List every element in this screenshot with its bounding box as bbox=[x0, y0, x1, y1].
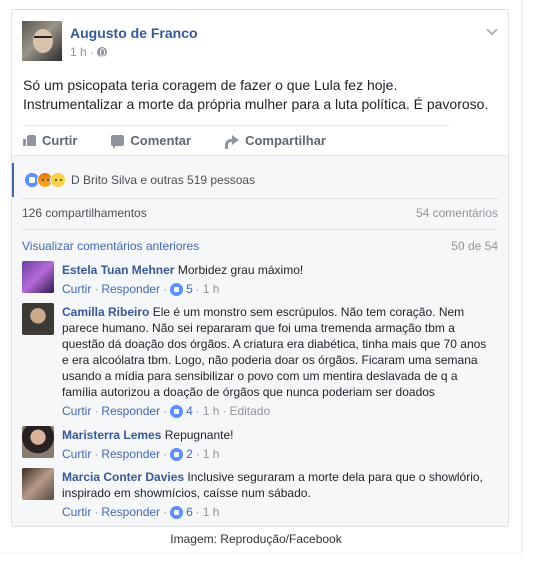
comment-time[interactable]: 1 h bbox=[203, 504, 220, 520]
like-reaction-icon bbox=[170, 505, 184, 519]
comment-text: Ele é um monstro sem escrúpulos. Não tem… bbox=[62, 305, 487, 399]
comment-body: Camilla Ribeiro Ele é um monstro sem esc… bbox=[62, 304, 494, 419]
comment-like-link[interactable]: Curtir bbox=[62, 446, 91, 462]
chevron-down-icon[interactable] bbox=[486, 24, 498, 36]
sad-reaction-icon bbox=[50, 172, 66, 188]
meta-separator: · bbox=[94, 404, 99, 418]
like-reaction-icon bbox=[170, 447, 184, 461]
comment-body: Marcia Conter Davies Inclusive seguraram… bbox=[62, 469, 494, 520]
avatar-face bbox=[33, 29, 53, 53]
like-reaction-icon bbox=[170, 282, 184, 296]
meta-separator: · bbox=[94, 505, 99, 519]
post-meta: 1 h · bbox=[70, 45, 107, 59]
author-avatar[interactable] bbox=[22, 21, 62, 61]
post-stats: 126 compartilhamentos 54 comentários bbox=[22, 206, 498, 220]
comment-time[interactable]: 1 h bbox=[203, 403, 220, 419]
post-author-name[interactable]: Augusto de Franco bbox=[70, 25, 198, 41]
meta-separator: · bbox=[163, 447, 168, 461]
view-previous-comments-link[interactable]: Visualizar comentários anteriores bbox=[22, 239, 199, 253]
comment-like-count[interactable]: 6 bbox=[186, 504, 193, 520]
comment-body: Estela Tuan Mehner Morbidez grau máximo!… bbox=[62, 262, 494, 297]
share-icon bbox=[225, 134, 240, 149]
thumbs-up-icon bbox=[23, 134, 36, 146]
comment-reply-link[interactable]: Responder bbox=[101, 446, 160, 462]
divider bbox=[23, 125, 449, 126]
image-caption: Imagem: Reprodução/Facebook bbox=[170, 532, 342, 546]
comment-label: Comentar bbox=[130, 132, 192, 148]
divider bbox=[22, 229, 498, 230]
post-time[interactable]: 1 h bbox=[70, 45, 87, 59]
comment-like-link[interactable]: Curtir bbox=[62, 504, 91, 520]
commenter-name[interactable]: Camilla Ribeiro bbox=[62, 305, 149, 319]
comment-time[interactable]: 1 h bbox=[203, 281, 220, 297]
like-button[interactable]: Curtir bbox=[23, 133, 77, 148]
comment-reply-link[interactable]: Responder bbox=[101, 281, 160, 297]
comment-like-count[interactable]: 4 bbox=[186, 403, 193, 419]
commenter-avatar[interactable] bbox=[22, 468, 54, 500]
commenter-avatar[interactable] bbox=[22, 303, 54, 335]
shares-count[interactable]: 126 compartilhamentos bbox=[22, 206, 147, 220]
meta-separator: · bbox=[195, 447, 200, 461]
globe-icon bbox=[96, 47, 107, 57]
comment-text: Morbidez grau máximo! bbox=[177, 263, 304, 277]
comment-like-count[interactable]: 2 bbox=[186, 446, 193, 462]
comment-body: Maristerra Lemes Repugnante! Curtir · Re… bbox=[62, 427, 494, 462]
comments-count[interactable]: 54 comentários bbox=[416, 206, 498, 220]
commenter-avatar[interactable] bbox=[22, 426, 54, 458]
comment-meta: Curtir · Responder · 2 · 1 h bbox=[62, 446, 494, 462]
comment-meta: Curtir · Responder · 6 · 1 h bbox=[62, 504, 494, 520]
share-button[interactable]: Compartilhar bbox=[225, 132, 326, 149]
reactions-text: D Brito Silva e outras 519 pessoas bbox=[71, 173, 256, 187]
comment-like-link[interactable]: Curtir bbox=[62, 281, 91, 297]
commenter-name[interactable]: Estela Tuan Mehner bbox=[62, 263, 174, 277]
reactions-summary[interactable]: D Brito Silva e outras 519 pessoas bbox=[12, 163, 508, 197]
comment-edited[interactable]: Editado bbox=[229, 403, 270, 419]
comment-button[interactable]: Comentar bbox=[111, 132, 192, 149]
comments-pagination: 50 de 54 bbox=[451, 239, 498, 253]
meta-separator: · bbox=[94, 282, 99, 296]
meta-separator: · bbox=[195, 282, 200, 296]
comment-like-link[interactable]: Curtir bbox=[62, 403, 91, 419]
screenshot-frame: Augusto de Franco 1 h · Só um psicopata … bbox=[0, 0, 522, 552]
meta-separator: · bbox=[163, 505, 168, 519]
post-actions: Curtir Comentar Compartilhar bbox=[23, 129, 493, 151]
comment-meta: Curtir · Responder · 5 · 1 h bbox=[62, 281, 494, 297]
previous-comments-row: Visualizar comentários anteriores 50 de … bbox=[22, 239, 498, 253]
meta-separator: · bbox=[222, 404, 227, 418]
meta-separator: · bbox=[89, 45, 94, 59]
meta-separator: · bbox=[94, 447, 99, 461]
comment-like-count[interactable]: 5 bbox=[186, 281, 193, 297]
commenter-name[interactable]: Marcia Conter Davies bbox=[62, 470, 184, 484]
like-label: Curtir bbox=[42, 132, 78, 148]
avatar-glasses bbox=[34, 36, 52, 40]
post-text: Só um psicopata teria coragem de fazer o… bbox=[23, 77, 489, 112]
comment-time[interactable]: 1 h bbox=[203, 446, 220, 462]
meta-separator: · bbox=[195, 505, 200, 519]
comment-icon bbox=[111, 134, 125, 149]
like-reaction-icon bbox=[170, 404, 184, 418]
comment-text: Repugnante! bbox=[164, 428, 234, 442]
facebook-post-card: Augusto de Franco 1 h · Só um psicopata … bbox=[11, 9, 509, 527]
meta-separator: · bbox=[195, 404, 200, 418]
commenter-avatar[interactable] bbox=[22, 261, 54, 293]
comment-reply-link[interactable]: Responder bbox=[101, 504, 160, 520]
meta-separator: · bbox=[163, 282, 168, 296]
divider bbox=[22, 198, 498, 199]
share-label: Compartilhar bbox=[245, 132, 326, 148]
comment-meta: Curtir · Responder · 4 · 1 h · Editado bbox=[62, 403, 494, 419]
meta-separator: · bbox=[163, 404, 168, 418]
comment-reply-link[interactable]: Responder bbox=[101, 403, 160, 419]
commenter-name[interactable]: Maristerra Lemes bbox=[62, 428, 161, 442]
